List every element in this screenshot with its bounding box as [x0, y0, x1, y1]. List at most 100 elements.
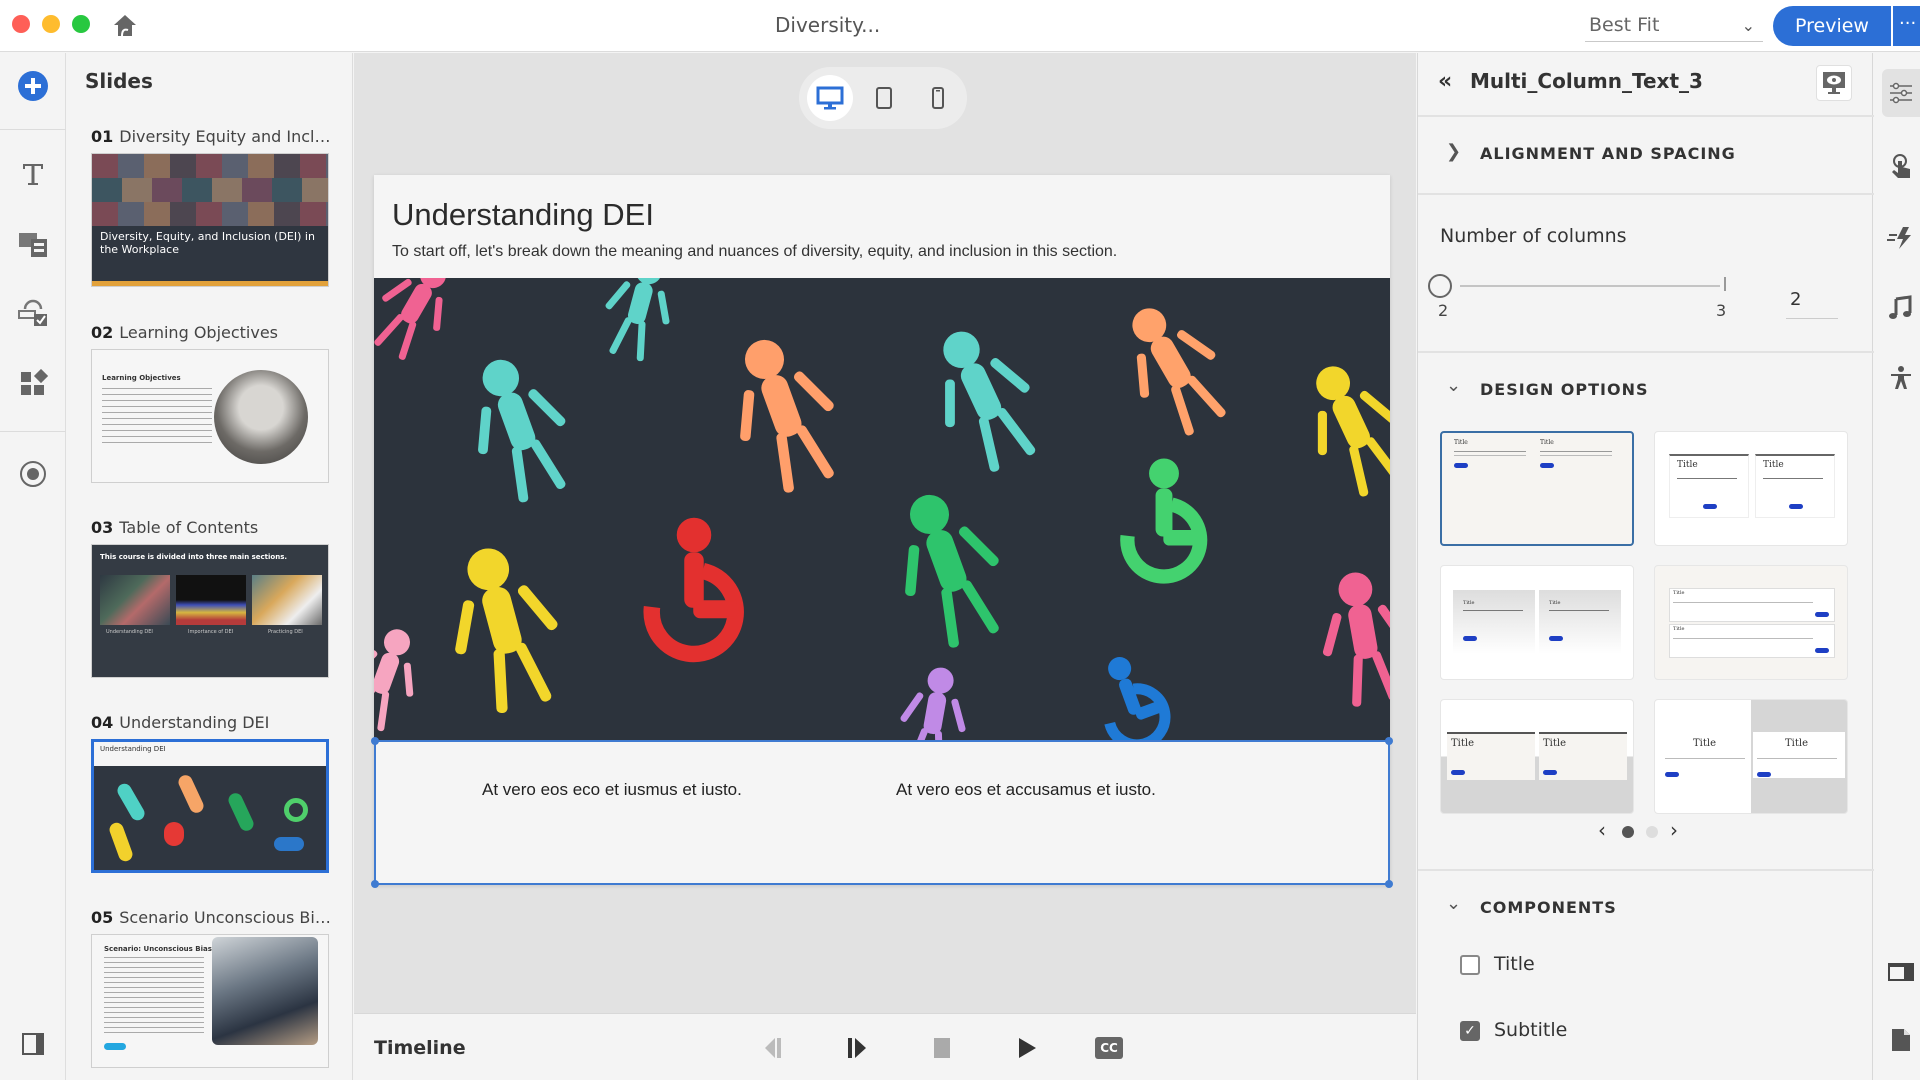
- preview-visibility-icon[interactable]: [1816, 65, 1852, 101]
- design-option-5[interactable]: Title Title: [1440, 699, 1634, 814]
- minimize-window-button[interactable]: [42, 15, 60, 33]
- stop-icon[interactable]: [927, 1034, 957, 1062]
- columns-slider-track[interactable]: [1460, 285, 1720, 287]
- multi-column-text-block[interactable]: At vero eos eco et iusmus et iusto. At v…: [371, 737, 1393, 888]
- slide-preview: Diversity, Equity, and Inclusion (DEI) i…: [91, 153, 329, 287]
- section-label: COMPONENTS: [1480, 898, 1617, 917]
- thumb-caption: Diversity, Equity, and Inclusion (DEI) i…: [100, 230, 315, 256]
- design-option-3[interactable]: Title Title: [1440, 565, 1634, 680]
- slide-preview-selected: Understanding DEI: [91, 739, 329, 873]
- resize-handle[interactable]: [1385, 737, 1393, 745]
- document-title: Diversity...: [775, 13, 881, 37]
- panel-toggle-icon[interactable]: [14, 1025, 52, 1063]
- title-checkbox[interactable]: [1460, 955, 1480, 975]
- media-icon[interactable]: [14, 225, 52, 263]
- close-window-button[interactable]: [12, 15, 30, 33]
- slide-thumbnail-05[interactable]: 05 Scenario Unconscious Bias Scenario: Un…: [91, 908, 331, 1068]
- preview-button[interactable]: Preview: [1773, 6, 1891, 46]
- title-checkbox-label: Title: [1494, 953, 1535, 975]
- properties-header: « Multi_Column_Text_3: [1418, 53, 1874, 117]
- thumb-caption: Learning Objectives: [102, 374, 181, 382]
- slide-subtitle[interactable]: To start off, let's break down the meani…: [392, 243, 1117, 261]
- timeline-label[interactable]: Timeline: [374, 1037, 466, 1059]
- left-tool-rail: [0, 53, 66, 1080]
- chevron-down-icon: ⌄: [1446, 893, 1462, 914]
- maximize-window-button[interactable]: [72, 15, 90, 33]
- text-icon[interactable]: [14, 155, 52, 193]
- accessibility-icon[interactable]: [1882, 359, 1920, 397]
- resize-handle[interactable]: [371, 880, 379, 888]
- rail-divider: [0, 129, 66, 130]
- design-option-6[interactable]: Title Title: [1654, 699, 1848, 814]
- closed-captions-icon[interactable]: CC: [1094, 1034, 1124, 1062]
- interaction-icon[interactable]: [14, 295, 52, 333]
- resize-handle[interactable]: [371, 737, 379, 745]
- slide-canvas[interactable]: Understanding DEI To start off, let's br…: [371, 175, 1393, 888]
- slide-title[interactable]: Understanding DEI: [392, 197, 654, 233]
- step-forward-icon[interactable]: [842, 1034, 872, 1062]
- slider-max-label: 3: [1716, 301, 1727, 320]
- slide-label: 02 Learning Objectives: [91, 323, 279, 342]
- notes-icon[interactable]: [1882, 1021, 1920, 1059]
- page-dot-2[interactable]: [1646, 826, 1658, 838]
- widgets-icon[interactable]: [14, 365, 52, 403]
- title-bar: Diversity... Best Fit ⌄ Preview ···: [0, 0, 1920, 52]
- slide-preview: Scenario: Unconscious Bias: [91, 934, 329, 1068]
- section-alignment-and-spacing[interactable]: ❯ ALIGNMENT AND SPACING: [1418, 117, 1874, 195]
- more-options-button[interactable]: ···: [1893, 6, 1920, 46]
- add-circle-icon[interactable]: [14, 67, 52, 105]
- design-options-pager: ‹ ›: [1598, 818, 1698, 842]
- slider-min-label: 2: [1438, 301, 1449, 320]
- design-option-4[interactable]: Title Title: [1654, 565, 1848, 680]
- chevron-down-icon: ⌄: [1446, 375, 1462, 396]
- option-title: Title: [1693, 738, 1717, 749]
- column-2-text[interactable]: At vero eos et accusamus et iusto.: [896, 780, 1156, 800]
- record-icon[interactable]: [14, 455, 52, 493]
- option-title: Title: [1549, 600, 1561, 606]
- chevron-left-icon[interactable]: ‹: [1598, 818, 1606, 842]
- properties-sliders-icon[interactable]: [1882, 69, 1920, 117]
- slide-thumbnail-02[interactable]: 02 Learning Objectives Learning Objective…: [91, 323, 331, 483]
- slide-label: 01 Diversity Equity and Inclusi...: [91, 127, 331, 146]
- collapse-panel-icon[interactable]: «: [1438, 69, 1452, 94]
- slide-preview: Learning Objectives: [91, 349, 329, 483]
- slide-thumbnail-04[interactable]: 04 Understanding DEI Understanding DEI: [91, 713, 331, 873]
- columns-value-input[interactable]: 2: [1786, 289, 1838, 319]
- desktop-icon[interactable]: [807, 75, 853, 121]
- resize-handle[interactable]: [1385, 880, 1393, 888]
- animation-icon[interactable]: [1882, 219, 1920, 257]
- home-icon[interactable]: [112, 12, 138, 38]
- page-dot-1-active[interactable]: [1622, 826, 1634, 838]
- subtitle-checkbox[interactable]: ✓: [1460, 1021, 1480, 1041]
- slide-thumbnail-03[interactable]: 03 Table of Contents This course is divid…: [91, 518, 331, 678]
- mobile-icon[interactable]: [915, 75, 961, 121]
- thumb-caption: This course is divided into three main s…: [100, 553, 288, 561]
- option-title: Title: [1540, 439, 1554, 446]
- zoom-select[interactable]: Best Fit ⌄: [1585, 14, 1763, 42]
- chevron-right-icon[interactable]: ›: [1670, 818, 1678, 842]
- columns-slider-handle[interactable]: [1428, 274, 1452, 298]
- layout-icon[interactable]: [1882, 953, 1920, 991]
- interaction-touch-icon[interactable]: [1882, 147, 1920, 185]
- step-back-icon[interactable]: [759, 1034, 789, 1062]
- slide-hero-image[interactable]: [374, 278, 1390, 740]
- cc-label: CC: [1095, 1037, 1123, 1059]
- number-of-columns-label: Number of columns: [1440, 225, 1627, 247]
- section-design-options[interactable]: ⌄ DESIGN OPTIONS: [1418, 353, 1874, 431]
- chevron-down-icon: ⌄: [1741, 16, 1755, 35]
- slide-thumbnail-01[interactable]: 01 Diversity Equity and Inclusi... Divers…: [91, 127, 331, 287]
- design-option-2[interactable]: Title Title: [1654, 431, 1848, 546]
- column-1-text[interactable]: At vero eos eco et iusmus et iusto.: [482, 780, 742, 800]
- option-title: Title: [1785, 738, 1809, 749]
- design-option-1[interactable]: Title Title: [1440, 431, 1634, 546]
- section-components[interactable]: ⌄ COMPONENTS: [1418, 871, 1874, 949]
- thumb-caption: Understanding DEI: [100, 745, 166, 753]
- section-label: ALIGNMENT AND SPACING: [1480, 144, 1736, 163]
- audio-icon[interactable]: [1882, 289, 1920, 327]
- play-icon[interactable]: [1012, 1034, 1042, 1062]
- slider-tick: [1724, 277, 1726, 291]
- right-tool-rail: [1874, 53, 1920, 1080]
- tablet-icon[interactable]: [861, 75, 907, 121]
- option-title: Title: [1677, 460, 1698, 470]
- device-mode-toggle: [799, 67, 967, 129]
